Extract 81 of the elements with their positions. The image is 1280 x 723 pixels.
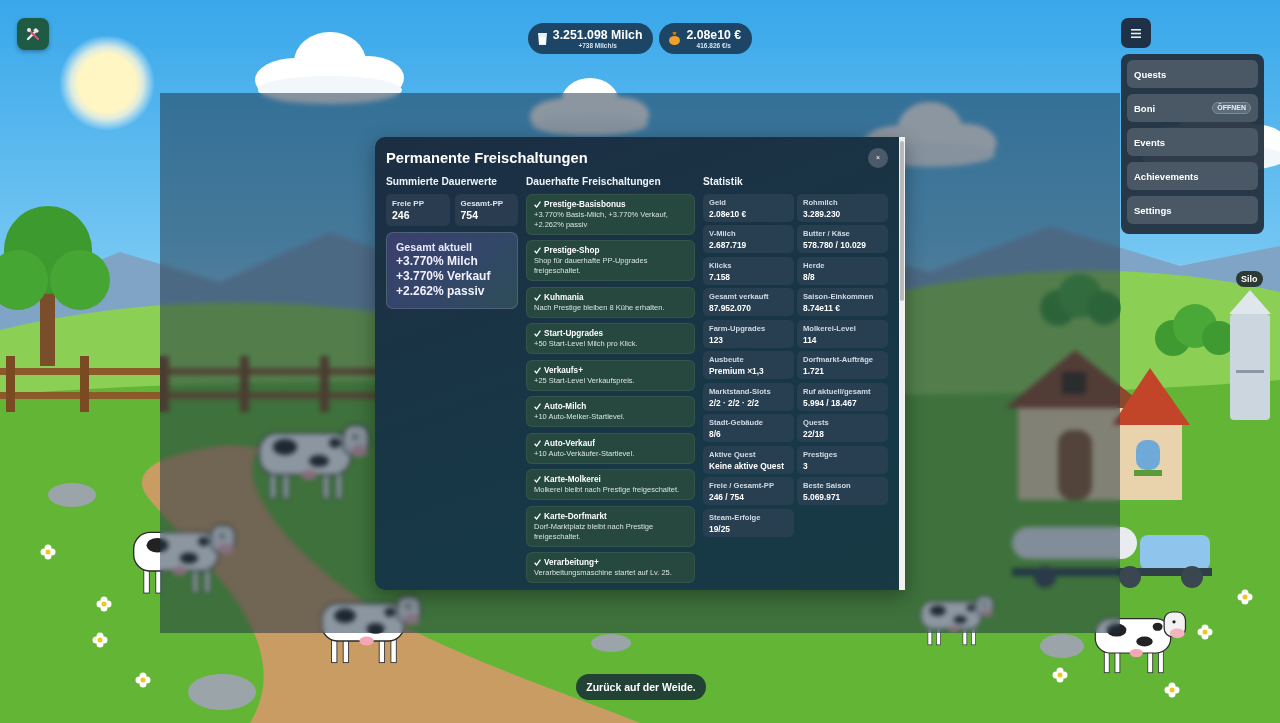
check-icon	[534, 476, 541, 483]
check-icon	[534, 293, 541, 301]
stat-value: 114	[803, 333, 818, 346]
flower	[1197, 624, 1213, 640]
modal-title: Permanente Freischaltungen	[386, 148, 588, 168]
stat-value: Keine aktive Quest	[709, 459, 785, 472]
stat-value: 8/8	[803, 270, 816, 283]
stat-label: Freie PP	[392, 198, 425, 209]
stat-value: 8/6	[709, 428, 722, 440]
resource-amount: 3.251.098 Milch	[552, 27, 643, 42]
stat-value: 2.687.719	[709, 239, 748, 251]
stat-value: 3.289.230	[803, 207, 842, 220]
check-icon	[534, 247, 541, 254]
check-icon	[534, 200, 541, 208]
stat-value: 2.08e10 €	[709, 207, 748, 220]
menu-item[interactable]: Achievements	[1127, 162, 1258, 190]
rock	[591, 634, 631, 652]
scrollbar-thumb[interactable]	[900, 140, 904, 301]
bonus-line: +3.770% Milch	[396, 253, 479, 269]
scrollbar[interactable]	[899, 136, 905, 590]
tools-button[interactable]	[17, 18, 49, 50]
stat-value: Premium ×1,3	[709, 365, 765, 377]
section-heading: Dauerhafte Freischaltungen	[526, 175, 662, 188]
check-icon	[534, 559, 541, 566]
rock	[1040, 634, 1084, 658]
stat-label: Gesamt-PP	[460, 198, 505, 209]
unlock-title: Verarbeitung+	[544, 557, 599, 568]
flower	[96, 596, 112, 612]
unlock-title: Auto-Verkauf	[544, 437, 595, 449]
menu-item[interactable]: Settings	[1127, 196, 1258, 224]
stat-value: 22/18	[803, 428, 825, 440]
bonus-line: +2.262% passiv	[396, 283, 486, 299]
flower	[92, 632, 108, 648]
menu-item[interactable]: Events	[1127, 128, 1258, 156]
check-icon	[534, 366, 541, 374]
check-icon	[534, 403, 541, 410]
toast-message: Zurück auf der Weide.	[576, 674, 706, 700]
unlock-title: Kuhmania	[544, 291, 584, 303]
stat-value: 754	[460, 208, 480, 222]
section-heading: Statistik	[703, 175, 744, 188]
unlock-title: Start-Upgrades	[544, 328, 604, 339]
stat-value: 2/2 · 2/2 · 2/2	[709, 396, 760, 409]
stat-value: 1.721	[803, 365, 825, 377]
stat-value: 87.952.070	[709, 302, 752, 314]
resource-amount: 2.08e10 €	[686, 27, 742, 42]
check-icon	[534, 439, 541, 447]
stat-value: 7.158	[709, 270, 731, 283]
section-heading: Summierte Dauerwerte	[386, 175, 498, 188]
stat-value: 5.994 / 18.467	[803, 396, 858, 409]
unlock-title: Prestige-Shop	[544, 245, 600, 256]
silo-label: Silo	[1236, 271, 1263, 287]
stat-value: 123	[709, 333, 724, 346]
stat-value: 19/25	[709, 522, 731, 535]
flower	[135, 672, 151, 688]
check-icon	[534, 330, 541, 337]
menu-button[interactable]	[1121, 18, 1151, 48]
stat-value: 5.069.971	[803, 491, 842, 503]
unlock-title: Verkaufs+	[544, 364, 583, 376]
rock	[188, 674, 256, 710]
flower	[1237, 589, 1253, 605]
stat-value: 8.74e11 €	[803, 302, 841, 314]
flower	[1164, 682, 1180, 698]
bonus-line: +3.770% Verkauf	[396, 268, 492, 284]
total-title: Gesamt aktuell	[396, 239, 474, 254]
rock	[48, 483, 96, 507]
stat-value: 246	[392, 208, 411, 222]
milk-glass-icon	[537, 32, 547, 45]
money-bag-icon	[669, 32, 681, 45]
unlock-title: Karte-Molkerei	[544, 474, 601, 485]
check-icon	[534, 512, 541, 520]
flower	[40, 544, 56, 560]
unlock-title: Karte-Dorfmarkt	[544, 510, 607, 522]
stat-value: 3	[803, 459, 809, 472]
hammer-wrench-icon	[26, 27, 40, 41]
flower	[1052, 667, 1068, 683]
unlock-title: Auto-Milch	[544, 401, 587, 412]
menu-icon	[1131, 28, 1141, 38]
stat-value: 578.780 / 10.029	[803, 239, 867, 251]
stat-value: 246 / 754	[709, 491, 745, 503]
menu-item[interactable]: Quests	[1127, 60, 1258, 88]
unlock-title: Prestige-Basisbonus	[544, 198, 626, 210]
